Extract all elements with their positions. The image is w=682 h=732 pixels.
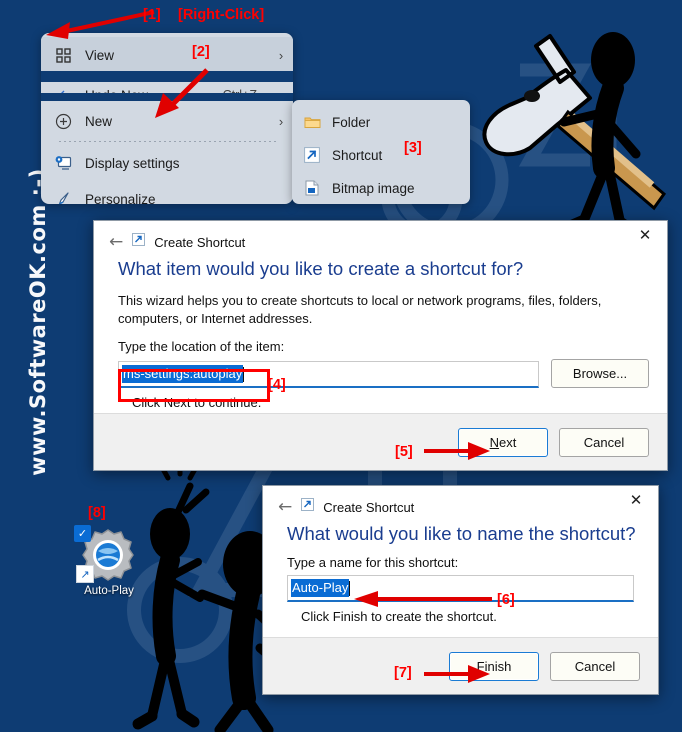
annotation-1: [1]	[143, 7, 161, 23]
annotation-5: [5]	[395, 444, 413, 460]
stick-figure-hammer-graphic	[482, 32, 667, 236]
dialog2-footer: Finish Cancel	[263, 637, 658, 694]
submenu-item-folder[interactable]: Folder	[292, 105, 470, 139]
submenu-label-shortcut: Shortcut	[332, 147, 383, 163]
text-caret-2	[349, 580, 351, 596]
annotation-2: [2]	[192, 44, 210, 60]
plus-circle-icon	[41, 113, 85, 130]
desktop-context-menu[interactable]: View › Undo New Ctrl+Z New ›	[41, 33, 293, 204]
brush-icon	[41, 191, 85, 204]
bitmap-image-icon	[292, 180, 332, 196]
context-menu-label-new: New	[85, 113, 113, 129]
new-submenu[interactable]: Folder Shortcut Bitmap image	[292, 100, 470, 204]
back-arrow-icon-2[interactable]: ←	[278, 498, 292, 516]
folder-icon	[292, 115, 332, 129]
cancel-button-2[interactable]: Cancel	[550, 651, 640, 681]
name-field-label: Type a name for this shortcut:	[287, 555, 459, 570]
annotation-1-note: [Right-Click]	[178, 7, 265, 23]
context-menu-label-display-settings: Display settings	[85, 155, 180, 171]
context-menu-label-personalize: Personalize	[85, 191, 156, 205]
back-arrow-icon[interactable]: ←	[109, 233, 123, 251]
dialog2-header: ← Create Shortcut	[263, 486, 658, 516]
submenu-label-folder: Folder	[332, 114, 371, 130]
chevron-right-icon-new: ›	[278, 113, 284, 129]
context-menu-item-personalize[interactable]: Personalize	[41, 181, 293, 204]
annotation-6: [6]	[497, 592, 515, 608]
dialog-body-text: This wizard helps you to create shortcut…	[118, 293, 602, 326]
dialog-hint: Click Next to continue.	[132, 395, 262, 411]
create-shortcut-dialog-name[interactable]: ✕ ← Create Shortcut What would you like …	[262, 485, 659, 695]
dialog-heading: What item would you like to create a sho…	[118, 258, 524, 279]
location-input-value: ms-settings:autoplay	[122, 365, 244, 384]
annotation-4: [4]	[268, 377, 286, 393]
grid-icon	[41, 47, 85, 63]
cancel-button[interactable]: Cancel	[559, 427, 649, 457]
chevron-right-icon-view: ›	[278, 47, 284, 63]
submenu-label-bitmap-image: Bitmap image	[332, 180, 415, 196]
location-input[interactable]: ms-settings:autoplay	[118, 361, 539, 389]
context-menu-label-view: View	[85, 47, 115, 63]
dialog2-shortcut-icon	[301, 498, 315, 516]
occlusion-band-bottom	[41, 93, 293, 101]
annotation-3: [3]	[404, 140, 422, 156]
occlusion-band-top	[41, 71, 293, 82]
dialog-header: ← Create Shortcut	[94, 221, 667, 251]
menu-separator	[59, 141, 279, 142]
dialog-title: Create Shortcut	[154, 234, 246, 250]
dialog2-title: Create Shortcut	[323, 499, 415, 515]
text-caret	[243, 366, 245, 382]
dialog2-heading: What would you like to name the shortcut…	[287, 523, 636, 544]
close-icon[interactable]: ✕	[623, 221, 667, 249]
desktop-background: www.SoftwareOK.com :-) ✓ ↗ Auto-Play [8]…	[0, 0, 682, 732]
desktop-icon-auto-play[interactable]: ✓ ↗ Auto-Play	[74, 525, 140, 605]
create-shortcut-dialog-location[interactable]: ✕ ← Create Shortcut What item would you …	[93, 220, 668, 471]
finish-button[interactable]: Finish	[449, 651, 539, 681]
dialog-footer: Next Cancel	[94, 413, 667, 470]
desktop-icon-label: Auto-Play	[84, 585, 134, 597]
annotation-7: [7]	[394, 665, 412, 681]
submenu-item-shortcut[interactable]: Shortcut	[292, 138, 470, 172]
context-menu-item-display-settings[interactable]: Display settings	[41, 145, 293, 181]
dialog-shortcut-icon	[132, 233, 146, 251]
display-icon	[41, 155, 85, 171]
check-badge-icon: ✓	[74, 525, 91, 542]
submenu-item-bitmap-image[interactable]: Bitmap image	[292, 171, 470, 204]
dialog2-hint: Click Finish to create the shortcut.	[301, 609, 497, 624]
location-field-label: Type the location of the item:	[118, 339, 285, 355]
context-menu-item-new[interactable]: New ›	[41, 103, 293, 139]
shortcut-arrow-icon	[292, 147, 332, 163]
browse-button[interactable]: Browse...	[551, 359, 649, 389]
name-input[interactable]: Auto-Play	[287, 575, 634, 602]
next-button[interactable]: Next	[458, 427, 548, 457]
close-icon-2[interactable]: ✕	[614, 486, 658, 514]
context-menu-item-view[interactable]: View ›	[41, 37, 293, 73]
shortcut-arrow-overlay-icon: ↗	[76, 565, 94, 583]
name-input-value: Auto-Play	[291, 579, 350, 597]
annotation-8: [8]	[88, 505, 106, 521]
